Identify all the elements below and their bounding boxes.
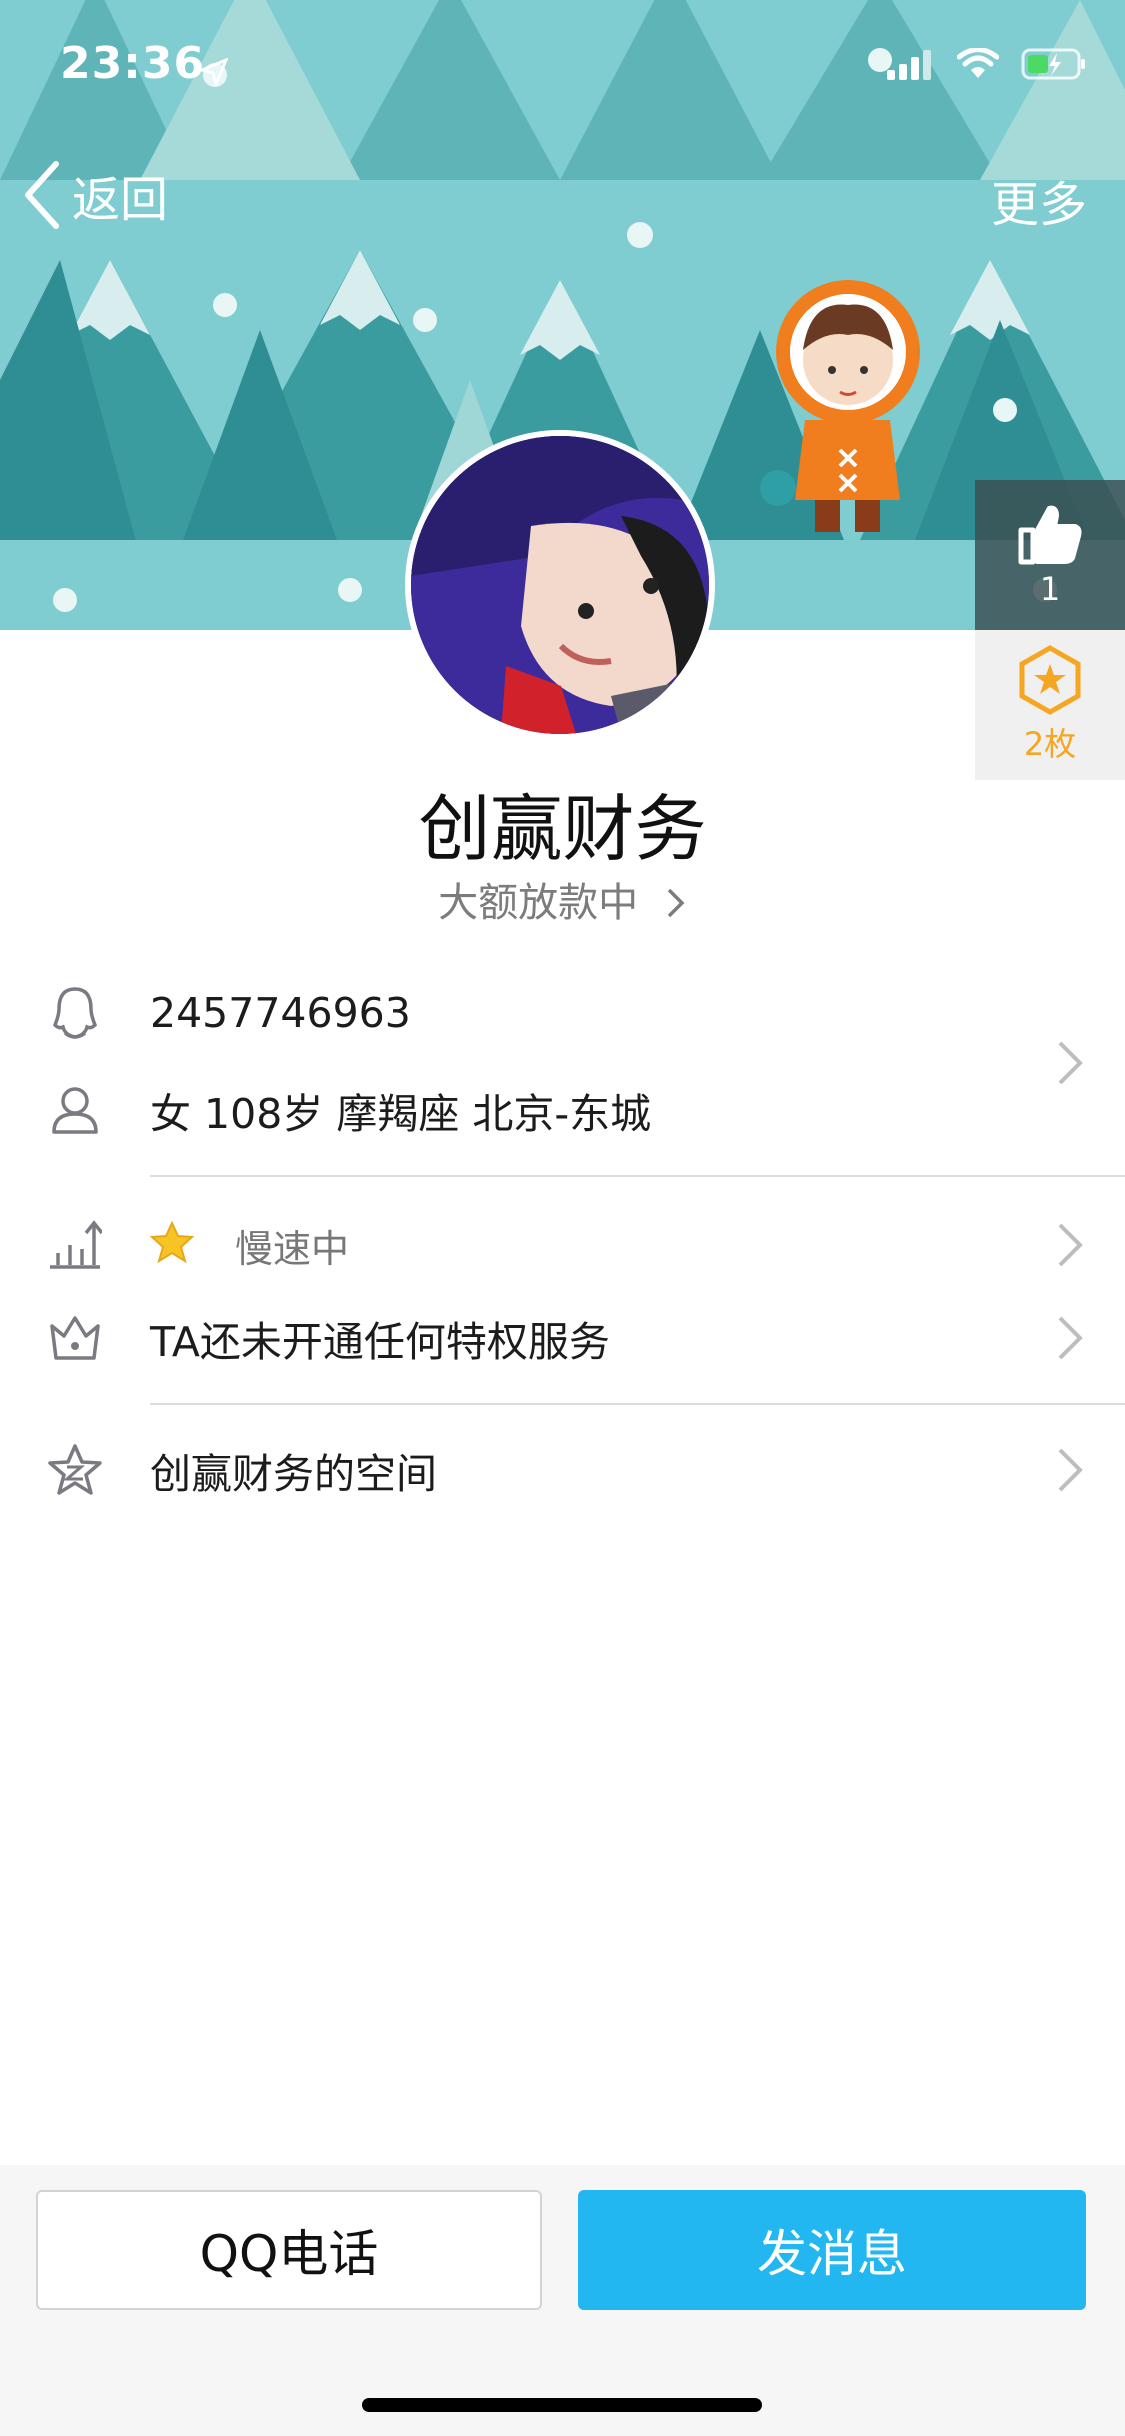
like-count: 1: [1039, 570, 1061, 608]
medal-count: 2枚: [1023, 725, 1077, 763]
penguin-icon: [46, 984, 104, 1042]
chevron-left-icon: [25, 161, 59, 229]
level-row[interactable]: 慢速中: [0, 1215, 1125, 1275]
privilege-row[interactable]: TA还未开通任何特权服务: [0, 1308, 1125, 1368]
person-icon: [46, 1081, 104, 1139]
star-icon: [150, 1221, 194, 1263]
battery-icon: [1021, 48, 1085, 80]
avatar-photo: [411, 436, 709, 734]
profile-name: 创赢财务: [418, 787, 707, 871]
signal-icon: [887, 50, 931, 80]
chevron-right-icon: [1058, 1448, 1083, 1492]
like-button[interactable]: 1: [975, 480, 1125, 630]
basic-info-row[interactable]: 女 108岁 摩羯座 北京-东城: [0, 1080, 1125, 1140]
chevron-right-icon: [1058, 1223, 1083, 1267]
divider: [150, 1175, 1125, 1177]
navigation-bar: 返回 更多: [0, 150, 1125, 240]
chevron-right-icon: [1058, 1316, 1083, 1360]
thumbs-up-icon: [1018, 505, 1082, 565]
status-icons: [887, 48, 1087, 80]
bar-chart-icon: [46, 1216, 104, 1274]
wifi-icon: [957, 48, 999, 78]
qq-number-row: 2457746963: [0, 983, 1125, 1043]
home-indicator[interactable]: [362, 2398, 762, 2412]
star-z-icon: [46, 1441, 104, 1499]
send-message-button[interactable]: 发消息: [578, 2190, 1086, 2310]
location-arrow-icon: [200, 58, 228, 86]
crown-icon: [46, 1309, 104, 1367]
status-time: 23:36: [60, 38, 206, 89]
chevron-right-icon[interactable]: [1055, 1038, 1085, 1088]
qzone-text: 创赢财务的空间: [150, 1450, 437, 1498]
qq-call-button[interactable]: QQ电话: [36, 2190, 542, 2310]
avatar[interactable]: [405, 430, 715, 740]
star-hexagon-icon: [1019, 645, 1081, 715]
privilege-text: TA还未开通任何特权服务: [150, 1318, 610, 1366]
basic-info-text: 女 108岁 摩羯座 北京-东城: [150, 1090, 652, 1138]
divider: [150, 1403, 1125, 1405]
status-bar: 23:36: [0, 0, 1125, 135]
qq-number: 2457746963: [150, 989, 411, 1037]
signature-link[interactable]: 大额放款中: [0, 870, 1125, 928]
medal-button[interactable]: 2枚: [975, 630, 1125, 780]
signature-text: 大额放款中: [438, 880, 639, 926]
back-button[interactable]: 返回: [22, 160, 168, 230]
qzone-row[interactable]: 创赢财务的空间: [0, 1440, 1125, 1500]
chevron-right-icon: [667, 888, 685, 918]
more-button[interactable]: 更多: [991, 165, 1087, 235]
back-label: 返回: [72, 172, 169, 228]
level-status: 慢速中: [235, 1226, 350, 1271]
